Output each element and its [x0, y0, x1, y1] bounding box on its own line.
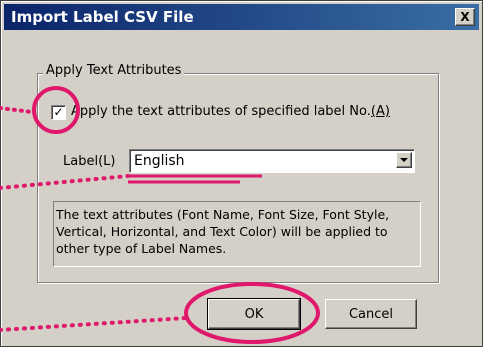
annotation-overlay [0, 86, 320, 344]
label-pointer-dots [0, 174, 130, 190]
checkbox-highlight-circle [32, 86, 80, 134]
ok-pointer-dots [0, 316, 188, 332]
ok-button-highlight-circle [184, 282, 320, 344]
checkbox-pointer-dots [0, 106, 34, 114]
